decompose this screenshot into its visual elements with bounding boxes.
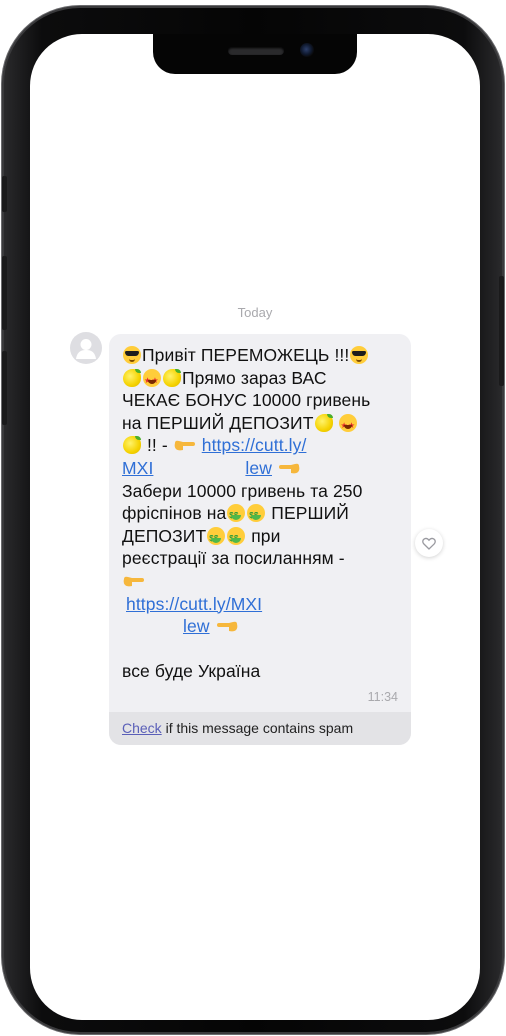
date-separator: Today bbox=[237, 305, 273, 320]
lemon-icon bbox=[123, 368, 141, 387]
message-line: на ПЕРШИЙ ДЕПОЗИТ bbox=[122, 412, 404, 437]
spam-check-bar: Check if this message contains spam bbox=[109, 712, 411, 745]
spam-link-part[interactable]: lew bbox=[245, 458, 272, 478]
volume-up-button bbox=[2, 256, 7, 330]
message-line bbox=[122, 570, 404, 593]
earpiece-speaker bbox=[228, 47, 284, 55]
heart-outline-icon[interactable] bbox=[415, 529, 443, 557]
lemon-icon bbox=[163, 368, 181, 387]
spam-link-part[interactable]: MXI bbox=[122, 458, 153, 478]
volume-down-button bbox=[2, 351, 7, 425]
message-line: реєстрації за посиланням - bbox=[122, 548, 345, 569]
star-struck-icon bbox=[339, 413, 358, 437]
message-bubble[interactable]: Привіт ПЕРЕМОЖЕЦЬ !!! Прямо зараз ВАС ЧЕ… bbox=[109, 334, 411, 745]
message-line: все буде Україна bbox=[122, 661, 261, 682]
spam-check-link[interactable]: Check bbox=[122, 720, 162, 736]
message-text: Привіт ПЕРЕМОЖЕЦЬ !!! Прямо зараз ВАС ЧЕ… bbox=[122, 344, 404, 683]
smiling-face-with-sunglasses-icon bbox=[350, 346, 369, 364]
spam-check-text: if this message contains spam bbox=[161, 720, 354, 736]
backhand-index-pointing-left-icon bbox=[278, 461, 300, 475]
message-timestamp: 11:34 bbox=[367, 690, 398, 704]
phone-frame: Today Привіт ПЕРЕМОЖЕЦЬ !!! Прямо зараз … bbox=[2, 6, 504, 1034]
smiling-face-with-sunglasses-icon bbox=[123, 346, 141, 364]
spam-link[interactable]: https://cutt.ly/MXI bbox=[126, 594, 262, 614]
lemon-icon bbox=[314, 413, 333, 432]
lemon-icon bbox=[123, 436, 141, 455]
power-button bbox=[499, 276, 504, 386]
message-line: https://cutt.ly/MXI bbox=[122, 593, 404, 616]
backhand-index-pointing-right-icon bbox=[123, 574, 145, 588]
message-line: фріспінов на ПЕРШИЙ bbox=[122, 502, 404, 528]
message-line: Привіт ПЕРЕМОЖЕЦЬ !!! bbox=[122, 344, 404, 367]
message-line: !! - https://cutt.ly/ bbox=[122, 434, 404, 457]
front-camera-icon bbox=[300, 43, 314, 57]
backhand-index-pointing-right-icon bbox=[174, 438, 196, 452]
phone-screen: Today Привіт ПЕРЕМОЖЕЦЬ !!! Прямо зараз … bbox=[30, 34, 480, 1020]
message-line: ДЕПОЗИТ при bbox=[122, 525, 404, 551]
money-mouth-face-icon bbox=[227, 526, 246, 550]
message-line: Прямо зараз ВАС bbox=[122, 367, 404, 392]
avatar-person-icon[interactable] bbox=[70, 332, 102, 364]
money-mouth-face-icon bbox=[247, 504, 266, 528]
message-line: MXI lew bbox=[122, 457, 404, 480]
message-line: lew bbox=[122, 615, 404, 638]
backhand-index-pointing-left-icon bbox=[216, 619, 238, 633]
message-line-empty bbox=[122, 638, 404, 661]
spam-link-part[interactable]: lew bbox=[183, 616, 210, 636]
message-line: ЧЕКАЄ БОНУС 10000 гривень bbox=[122, 390, 371, 411]
spam-link[interactable]: https://cutt.ly/ bbox=[202, 435, 307, 455]
star-struck-icon bbox=[143, 368, 161, 392]
money-mouth-face-icon bbox=[207, 526, 226, 550]
message-line: Забери 10000 гривень та 250 bbox=[122, 480, 363, 501]
notch bbox=[153, 34, 357, 74]
money-mouth-face-icon bbox=[227, 504, 246, 528]
mute-switch bbox=[2, 176, 7, 212]
